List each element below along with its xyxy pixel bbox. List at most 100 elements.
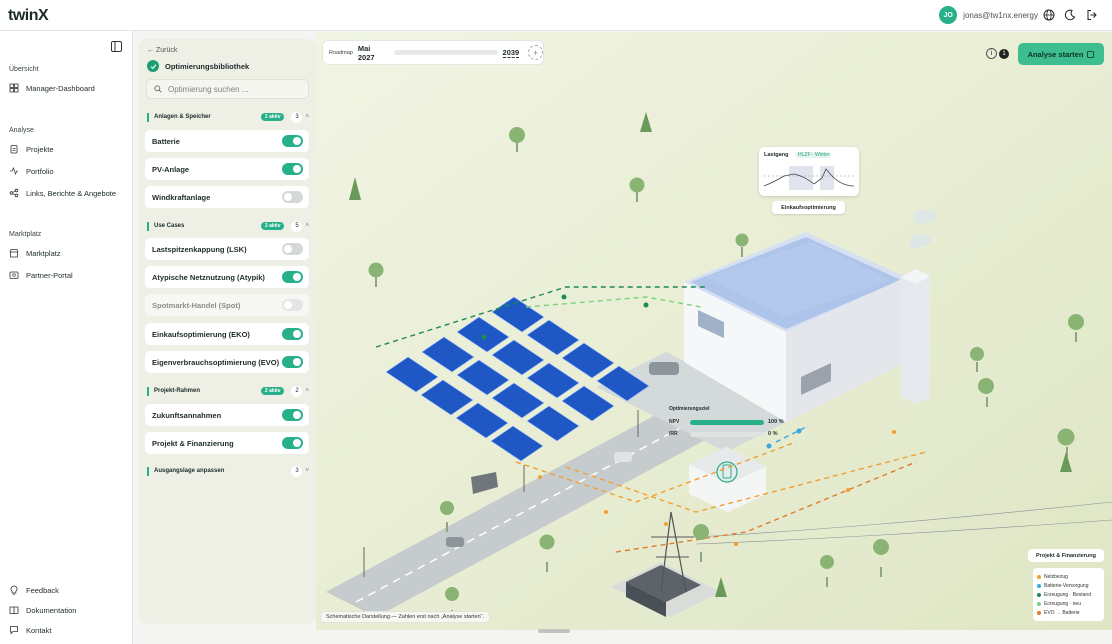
toggle-windkraftanlage[interactable] bbox=[282, 191, 303, 203]
sidebar-item-label: Projekte bbox=[26, 144, 54, 154]
chevron-up-icon[interactable]: ˄ bbox=[305, 388, 309, 394]
sidebar-item-label: Marktplatz bbox=[26, 248, 61, 258]
sidebar-item-label: Portfolio bbox=[26, 166, 54, 176]
group-count: 3 bbox=[291, 111, 303, 123]
roadmap-start[interactable]: Mai 2027 bbox=[358, 44, 389, 62]
legend-item: Netzbezug bbox=[1037, 572, 1100, 581]
portfolio-icon bbox=[10, 166, 18, 176]
user-email: jonas@tw1nx.energy bbox=[963, 10, 1038, 20]
sidebar-item-partner-portal[interactable]: Partner-Portal bbox=[9, 268, 127, 282]
sidebar-item-links[interactable]: Links, Berichte & Angebote bbox=[9, 186, 127, 200]
globe-icon[interactable] bbox=[1043, 9, 1055, 21]
sidebar-item-label: Feedback bbox=[26, 585, 59, 595]
app-logo[interactable]: twinX bbox=[8, 7, 49, 25]
sidebar-item-label: Kontakt bbox=[26, 625, 52, 635]
toggle-spot[interactable] bbox=[282, 299, 303, 311]
back-label: Zurück bbox=[155, 47, 178, 54]
roadmap-label: Roadmap bbox=[329, 49, 353, 56]
project-finance-label[interactable]: Projekt & Finanzierung bbox=[1028, 549, 1104, 562]
legend-item: Batterie-Versorgung bbox=[1037, 581, 1100, 590]
irr-slider[interactable] bbox=[690, 432, 764, 437]
npv-value: 100 % bbox=[768, 419, 784, 425]
info-icon[interactable]: i bbox=[986, 48, 997, 59]
group-header-projekt-rahmen[interactable]: Projekt-Rahmen 2 aktiv 2 ˄ bbox=[147, 385, 309, 397]
sidebar-item-projekte[interactable]: Projekte bbox=[9, 142, 127, 156]
clipboard-icon bbox=[10, 145, 18, 154]
section-marketplace: Marktplatz bbox=[9, 231, 42, 238]
back-link[interactable]: ← Zurück bbox=[147, 47, 177, 54]
sidebar-item-label: Links, Berichte & Angebote bbox=[26, 188, 117, 198]
scene-canvas[interactable] bbox=[316, 32, 1112, 630]
npv-slider[interactable] bbox=[690, 420, 764, 425]
roadmap-slider[interactable] bbox=[393, 50, 498, 55]
irr-value: 0 % bbox=[768, 431, 778, 437]
avatar[interactable]: JO bbox=[939, 6, 958, 24]
chevron-down-icon[interactable]: ˅ bbox=[305, 468, 309, 474]
legend-dot bbox=[1037, 601, 1041, 606]
toggle-pv-anlage[interactable] bbox=[282, 163, 303, 175]
option-evo: Eigenverbrauchsoptimierung (EVO) bbox=[145, 351, 309, 373]
sidebar-item-contact[interactable]: Kontakt bbox=[9, 623, 127, 637]
eko-label[interactable]: Einkaufsoptimierung bbox=[772, 201, 845, 214]
status-badge: 2 aktiv bbox=[260, 387, 285, 395]
lightbulb-icon bbox=[10, 585, 18, 595]
npv-label: NPV bbox=[669, 419, 680, 425]
roadmap-end[interactable]: 2039 bbox=[502, 48, 520, 58]
status-badge: 3 aktiv bbox=[260, 222, 285, 230]
toggle-batterie[interactable] bbox=[282, 135, 303, 147]
season-badge: HLZF · Winter bbox=[796, 152, 832, 158]
option-zukunftsannahmen: Zukunftsannahmen bbox=[145, 404, 309, 426]
option-lsk: Lastspitzenkappung (LSK) bbox=[145, 238, 309, 260]
partner-icon bbox=[9, 271, 19, 279]
collapse-sidebar-icon[interactable] bbox=[111, 41, 122, 52]
load-profile-title: Lastgang bbox=[764, 152, 789, 158]
option-spot: Spotmarkt-Handel (Spot) bbox=[145, 294, 309, 316]
sidebar: Übersicht Manager-Dashboard Analyse Proj… bbox=[0, 31, 133, 644]
legend-dot bbox=[1037, 592, 1041, 597]
start-analysis-button[interactable]: Analyse starten bbox=[1018, 43, 1104, 65]
section-overview: Übersicht bbox=[9, 66, 39, 73]
scroll-handle[interactable] bbox=[538, 629, 570, 633]
sidebar-item-marktplatz[interactable]: Marktplatz bbox=[9, 246, 127, 260]
library-search-input[interactable]: Optimierung suchen ... bbox=[146, 79, 309, 99]
logout-icon[interactable] bbox=[1086, 9, 1098, 21]
sidebar-item-feedback[interactable]: Feedback bbox=[9, 583, 127, 597]
book-icon bbox=[9, 606, 19, 615]
start-analysis-label: Analyse starten bbox=[1027, 49, 1084, 59]
sidebar-item-manager-dashboard[interactable]: Manager-Dashboard bbox=[9, 81, 127, 95]
toggle-evo[interactable] bbox=[282, 356, 303, 368]
group-count: 5 bbox=[291, 220, 303, 232]
sidebar-item-portfolio[interactable]: Portfolio bbox=[9, 164, 127, 178]
toggle-eko[interactable] bbox=[282, 328, 303, 340]
chevron-up-icon[interactable]: ˄ bbox=[305, 223, 309, 229]
option-windkraftanlage: Windkraftanlage bbox=[145, 186, 309, 208]
search-icon bbox=[154, 85, 162, 93]
option-batterie: Batterie bbox=[145, 130, 309, 152]
library-title-text: Optimierungsbibliothek bbox=[165, 61, 250, 71]
group-header-use-cases[interactable]: Use Cases 3 aktiv 5 ˄ bbox=[147, 220, 309, 232]
group-count: 3 bbox=[291, 465, 303, 477]
legend-dot bbox=[1037, 610, 1041, 615]
toggle-projekt-finanzierung[interactable] bbox=[282, 437, 303, 449]
group-header-anlagen[interactable]: Anlagen & Speicher 2 aktiv 3 ˄ bbox=[147, 111, 309, 123]
flow-legend: Netzbezug Batterie-Versorgung Erzeugung … bbox=[1033, 568, 1104, 621]
user-menu[interactable]: JO jonas@tw1nx.energy bbox=[939, 6, 1038, 24]
isometric-scene bbox=[316, 32, 1112, 630]
optimization-goal-widget: Optimierungsziel NPV 100 % IRR 0 % bbox=[666, 406, 790, 440]
dashboard-icon bbox=[9, 83, 19, 93]
toggle-lsk[interactable] bbox=[282, 243, 303, 255]
legend-item: Erzeugung · Bestand bbox=[1037, 590, 1100, 599]
group-header-ausgangslage[interactable]: Ausgangslage anpassen 3 ˅ bbox=[147, 465, 309, 477]
moon-icon[interactable] bbox=[1064, 9, 1076, 21]
option-pv-anlage: PV-Anlage bbox=[145, 158, 309, 180]
option-projekt-finanzierung: Projekt & Finanzierung bbox=[145, 432, 309, 454]
chevron-up-icon[interactable]: ˄ bbox=[305, 114, 309, 120]
load-profile-card[interactable]: Lastgang HLZF · Winter bbox=[759, 147, 859, 196]
share-icon bbox=[9, 188, 19, 198]
toggle-zukunftsannahmen[interactable] bbox=[282, 409, 303, 421]
library-title: Optimierungsbibliothek bbox=[147, 60, 249, 72]
sidebar-item-label: Manager-Dashboard bbox=[26, 83, 95, 93]
sidebar-item-documentation[interactable]: Dokumentation bbox=[9, 603, 127, 617]
toggle-atypik[interactable] bbox=[282, 271, 303, 283]
add-milestone-button[interactable]: + bbox=[528, 45, 543, 60]
